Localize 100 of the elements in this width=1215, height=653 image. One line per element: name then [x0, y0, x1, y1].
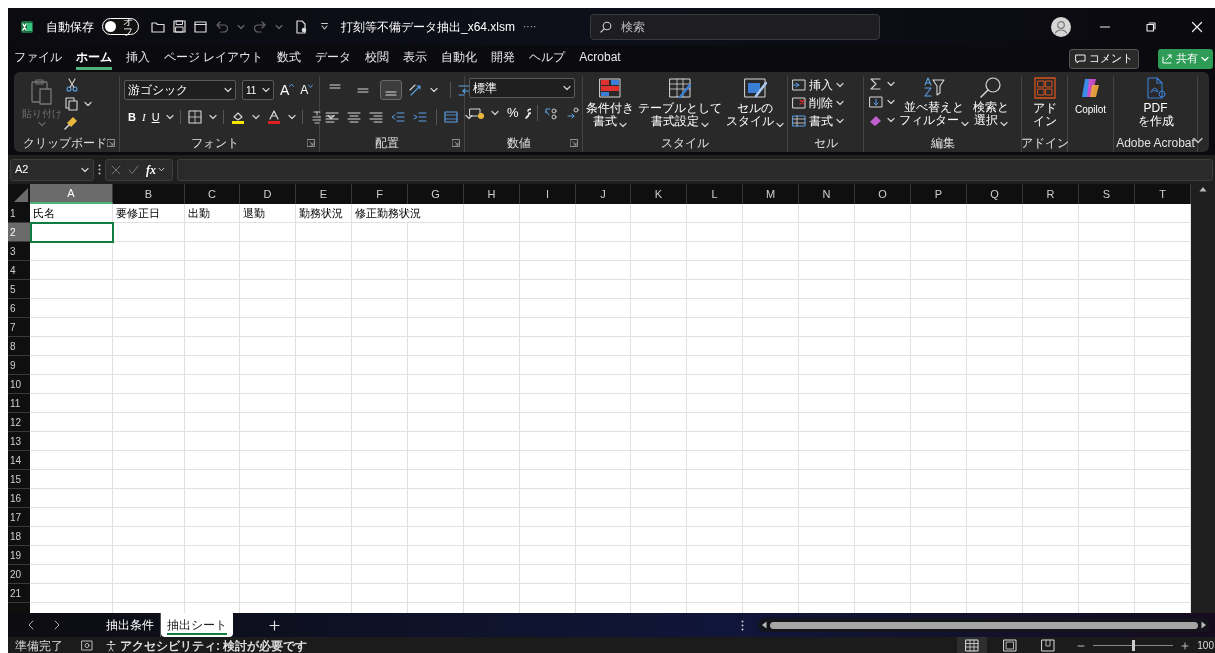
column-header[interactable]: J [576, 184, 631, 204]
selected-cell[interactable] [30, 222, 114, 243]
decrease-indent-icon[interactable] [390, 110, 406, 124]
column-header[interactable]: N [799, 184, 855, 204]
window-icon[interactable] [194, 20, 207, 33]
horizontal-scrollbar[interactable] [758, 618, 1210, 632]
align-left-icon[interactable] [324, 110, 340, 124]
avatar-icon[interactable] [1051, 16, 1071, 37]
excel-icon[interactable] [20, 19, 34, 34]
bold-button[interactable]: B [128, 108, 136, 126]
collapse-ribbon-icon[interactable] [1193, 137, 1203, 144]
cancel-icon[interactable] [111, 164, 121, 175]
previous-sheet-icon[interactable] [28, 620, 34, 630]
column-header[interactable]: R [1023, 184, 1079, 204]
more-options-icon[interactable] [98, 164, 101, 175]
menu-tab[interactable]: ファイル [14, 47, 62, 70]
underline-button[interactable]: U [151, 108, 160, 126]
redo-icon[interactable] [253, 20, 267, 33]
undo-icon[interactable] [215, 20, 229, 33]
scroll-thumb[interactable] [770, 621, 1198, 629]
grow-font-button[interactable]: A [280, 83, 295, 97]
scroll-right-icon[interactable] [1201, 621, 1207, 629]
cells-button[interactable]: 挿入 [792, 77, 844, 93]
vertical-align-button[interactable] [380, 80, 402, 100]
menu-tab[interactable]: 自動化 [441, 47, 478, 70]
copilot-button[interactable]: Copilot [1074, 77, 1107, 134]
borders-icon[interactable] [186, 110, 203, 124]
more-options-icon[interactable] [741, 619, 744, 631]
column-header[interactable]: P [911, 184, 967, 204]
fill-color-icon[interactable] [229, 110, 246, 124]
orientation-icon[interactable] [408, 83, 424, 97]
shrink-font-button[interactable]: A [300, 84, 314, 96]
accessibility-icon[interactable] [105, 639, 117, 652]
column-header[interactable]: S [1079, 184, 1135, 204]
cut-icon[interactable] [64, 78, 80, 92]
cells-button[interactable]: 削除 [792, 95, 844, 111]
style-button[interactable]: テーブルとして 書式設定 [638, 77, 722, 128]
launcher-icon[interactable] [452, 139, 460, 147]
check-icon[interactable] [128, 164, 139, 175]
italic-button[interactable]: I [141, 108, 146, 126]
editing-button[interactable]: 検索と 選択 [973, 76, 1009, 127]
zoom-level[interactable]: 100 [1197, 638, 1215, 653]
font-name-field[interactable]: 游ゴシック [124, 80, 236, 100]
column-header[interactable]: I [520, 184, 576, 204]
customize-icon[interactable] [320, 22, 329, 31]
menu-tab[interactable]: データ [315, 47, 352, 70]
column-header[interactable]: K [631, 184, 687, 204]
fill-icon[interactable] [868, 95, 884, 109]
menu-tab[interactable]: ページ レイアウト [164, 47, 264, 70]
launcher-icon[interactable] [570, 139, 578, 147]
eraser-icon[interactable] [868, 113, 884, 127]
launcher-icon[interactable] [307, 139, 315, 147]
merge-cells-icon[interactable] [443, 110, 459, 124]
formula-input[interactable] [177, 158, 1213, 181]
percent-button[interactable]: % [507, 103, 519, 123]
column-header[interactable]: M [743, 184, 799, 204]
save-icon[interactable] [173, 20, 186, 33]
scroll-up-icon[interactable] [1199, 186, 1207, 192]
document-icon[interactable] [295, 19, 308, 34]
close-icon[interactable] [1191, 20, 1203, 33]
view-button[interactable] [957, 637, 988, 653]
restore-icon[interactable] [1145, 20, 1157, 33]
launcher-icon[interactable] [107, 139, 115, 147]
accessibility-status[interactable]: アクセシビリティ: 検討が必要です [120, 639, 308, 652]
comment-button[interactable]: コメント [1069, 48, 1139, 69]
column-header[interactable]: L [687, 184, 743, 204]
menu-tab[interactable]: 表示 [403, 47, 428, 70]
slider-thumb[interactable] [1131, 640, 1135, 651]
zoom-in-icon[interactable] [1181, 641, 1190, 650]
cells-button[interactable]: 書式 [792, 113, 844, 129]
menu-tab[interactable]: 校閲 [365, 47, 390, 70]
menu-tab[interactable]: 数式 [277, 47, 302, 70]
sheet-tab[interactable]: 抽出シート [161, 613, 233, 637]
column-header[interactable]: H [464, 184, 520, 204]
align-center-icon[interactable] [346, 110, 362, 124]
create-pdf-button[interactable]: PDF を作成 [1137, 77, 1174, 134]
decrease-decimal-icon[interactable] [565, 106, 582, 120]
comma-style-icon[interactable] [524, 107, 531, 119]
add-sheet-icon[interactable] [269, 619, 280, 631]
increase-indent-icon[interactable] [412, 110, 428, 124]
search-field[interactable]: 検索 [590, 13, 881, 40]
editing-button[interactable]: 並べ替えと フィルター [899, 76, 969, 127]
column-header[interactable]: Q [967, 184, 1023, 204]
align-right-icon[interactable] [368, 110, 384, 124]
name-box[interactable]: A2 [10, 158, 94, 181]
menu-tab[interactable]: 開発 [491, 47, 516, 70]
copy-icon[interactable] [64, 97, 80, 111]
scroll-left-icon[interactable] [761, 621, 767, 629]
style-button[interactable]: セルの スタイル [726, 77, 784, 128]
next-sheet-icon[interactable] [54, 620, 60, 630]
macro-record-icon[interactable] [81, 640, 93, 651]
share-button[interactable]: 共有 [1158, 48, 1213, 69]
menu-tab[interactable]: 挿入 [126, 47, 150, 70]
style-button[interactable]: 条件付き 書式 [586, 77, 634, 128]
font-size-field[interactable]: 11 [242, 80, 274, 100]
folder-icon[interactable] [151, 20, 165, 33]
add-ins-button[interactable]: アド イン [1032, 77, 1057, 134]
row-header[interactable]: 2 [8, 223, 30, 242]
font-color-icon[interactable] [265, 110, 282, 124]
menu-tab[interactable]: ホーム [76, 47, 112, 70]
